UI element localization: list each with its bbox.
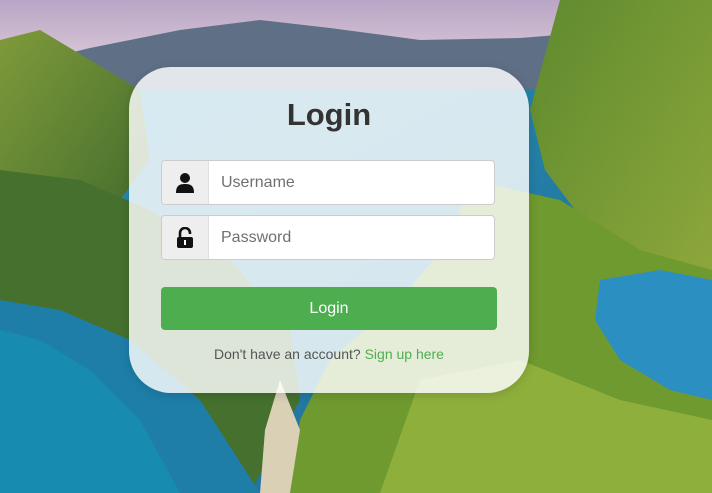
- username-input[interactable]: [209, 161, 489, 204]
- login-card: Login Login Don't have an account? Sign …: [129, 67, 529, 393]
- login-button[interactable]: Login: [161, 287, 497, 330]
- user-icon: [162, 161, 209, 204]
- login-title: Login: [286, 97, 372, 132]
- signup-prompt: Don't have an account? Sign up here: [129, 346, 529, 362]
- username-field[interactable]: [161, 160, 495, 205]
- password-input[interactable]: [209, 216, 489, 259]
- password-field[interactable]: [161, 215, 495, 260]
- signup-link[interactable]: Sign up here: [365, 346, 444, 362]
- signup-prompt-text: Don't have an account?: [214, 346, 361, 362]
- lock-icon: [162, 216, 209, 259]
